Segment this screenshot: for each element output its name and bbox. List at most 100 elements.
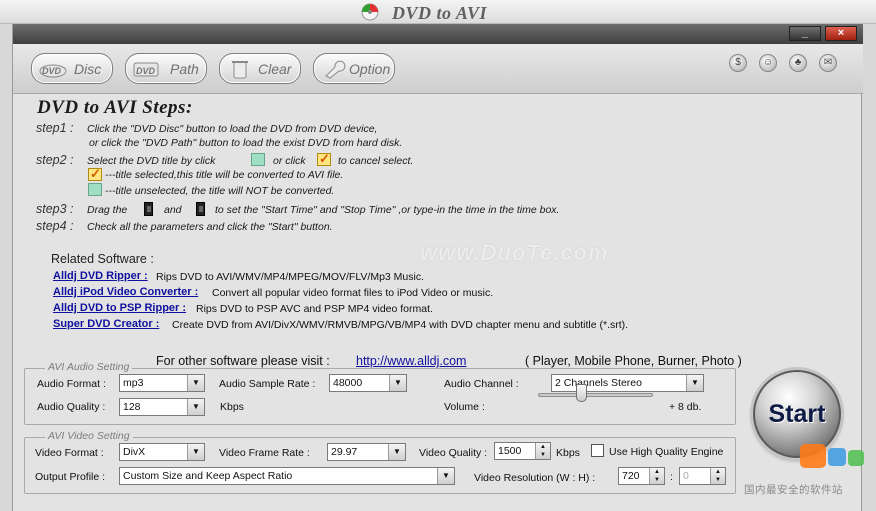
audio-settings-legend: AVI Audio Setting (45, 361, 133, 373)
video-quality-unit: Kbps (556, 447, 580, 459)
clear-button[interactable]: Clear (219, 53, 301, 84)
video-format-label: Video Format : (35, 447, 104, 459)
step3-text-a: Drag the (87, 204, 128, 216)
step2-label: step2 : (36, 153, 74, 167)
step3-text-c: to set the "Start Time" and "Stop Time" … (215, 204, 560, 216)
step1-line1: Click the "DVD Disc" button to load the … (87, 123, 378, 135)
dvd-disc-button[interactable]: DVD Disc (31, 53, 113, 84)
dvd-app-icon (361, 3, 379, 21)
dvd-ripper-desc: Rips DVD to AVI/WMV/MP4/MPEG/MOV/FLV/Mp3… (156, 271, 424, 283)
volume-slider-track[interactable] (538, 393, 653, 397)
step1-line2: or click the "DVD Path" button to load t… (89, 137, 403, 149)
audio-quality-unit: Kbps (220, 401, 244, 413)
minimize-button[interactable]: _ (789, 26, 821, 41)
dropdown-arrow-icon: ▼ (388, 444, 405, 460)
step4-text: Check all the parameters and click the "… (87, 221, 333, 233)
video-format-select[interactable]: DivX ▼ (119, 443, 205, 461)
option-button[interactable]: Option (313, 53, 395, 84)
start-marker-icon (144, 202, 153, 216)
svg-text:DVD: DVD (136, 66, 156, 76)
wrench-icon (325, 60, 346, 79)
resolution-separator: : (670, 471, 673, 483)
step2-selected-text: ---title selected,this title will be con… (105, 169, 344, 181)
audio-sample-rate-value: 48000 (333, 377, 363, 389)
resolution-height-value: 0 (683, 470, 689, 482)
user-icon[interactable]: ☺ (759, 54, 777, 72)
video-frame-rate-select[interactable]: 29.97 ▼ (327, 443, 406, 461)
option-label: Option (349, 61, 391, 77)
title-bar: DVD to AVI (0, 0, 876, 24)
selected-title-icon (317, 151, 331, 167)
related-software-panel: www.DuoTe.com Related Software : Alldj D… (17, 238, 859, 376)
dvd-ripper-link[interactable]: Alldj DVD Ripper : (53, 270, 148, 282)
site-watermark: www.DuoTe.com (420, 240, 609, 265)
stop-marker-icon (196, 202, 205, 216)
step3-text-b: and (164, 204, 182, 216)
dropdown-arrow-icon: ▼ (389, 375, 406, 391)
resolution-width-value: 720 (622, 470, 640, 482)
volume-label: Volume : (444, 401, 485, 413)
dvd-creator-link[interactable]: Super DVD Creator : (53, 318, 159, 330)
audio-sample-rate-select[interactable]: 48000 ▼ (329, 374, 407, 392)
high-quality-label: Use High Quality Engine (609, 446, 724, 458)
dropdown-arrow-icon: ▼ (187, 444, 204, 460)
start-label: Start (768, 400, 826, 428)
psp-ripper-desc: Rips DVD to PSP AVC and PSP MP4 video fo… (196, 303, 433, 315)
unselected-title-icon (251, 153, 265, 166)
resolution-width-stepper[interactable]: 720 ▲ ▼ (618, 467, 665, 485)
video-quality-label: Video Quality : (419, 447, 488, 459)
ipod-converter-desc: Convert all popular video format files t… (212, 287, 494, 299)
audio-quality-value: 128 (123, 401, 141, 413)
audio-channel-value: 2 Channels Stereo (555, 377, 642, 389)
site-logo-icon (800, 444, 864, 468)
audio-format-value: mp3 (123, 377, 144, 389)
dropdown-arrow-icon: ▼ (187, 375, 204, 391)
buy-icon[interactable]: $ (729, 54, 747, 72)
window-controls: _ × (13, 24, 863, 44)
site-watermark-text: 国内最安全的软件站 (744, 484, 843, 496)
close-button[interactable]: × (825, 26, 857, 41)
svg-text:DVD: DVD (42, 66, 62, 76)
other-software-text: For other software please visit : (156, 354, 330, 368)
step1-label: step1 : (36, 121, 74, 135)
web-icon[interactable]: ♣ (789, 54, 807, 72)
step2-unselected-text: ---title unselected, the title will NOT … (105, 185, 335, 197)
dvd-path-icon: DVD (133, 62, 159, 77)
step2-text-b: or click (273, 155, 306, 167)
steps-panel: DVD to AVI Steps: step1 : Click the "DVD… (17, 96, 859, 236)
platforms-text: ( Player, Mobile Phone, Burner, Photo ) (525, 354, 742, 368)
volume-slider-thumb[interactable] (576, 384, 587, 402)
dvd-disc-icon: DVD (39, 64, 67, 78)
dropdown-arrow-icon: ▼ (187, 399, 204, 415)
step2-text-a: Select the DVD title by click (87, 155, 216, 167)
stepper-arrows-icon[interactable]: ▲ ▼ (649, 468, 664, 484)
output-profile-select[interactable]: Custom Size and Keep Aspect Ratio ▼ (119, 467, 455, 485)
audio-quality-label: Audio Quality : (37, 401, 106, 413)
psp-ripper-link[interactable]: Alldj DVD to PSP Ripper : (53, 302, 186, 314)
audio-format-select[interactable]: mp3 ▼ (119, 374, 205, 392)
trash-icon (232, 61, 248, 79)
selected-title-icon (88, 166, 102, 182)
video-resolution-label: Video Resolution (W : H) : (474, 472, 596, 484)
path-label: Path (170, 61, 199, 77)
clear-label: Clear (258, 61, 292, 77)
video-quality-stepper[interactable]: 1500 ▲ ▼ (494, 442, 551, 460)
audio-channel-select[interactable]: 2 Channels Stereo ▼ (551, 374, 704, 392)
email-icon[interactable]: ✉ (819, 54, 837, 72)
stepper-arrows-icon[interactable]: ▲ ▼ (535, 443, 550, 459)
related-title: Related Software : (51, 252, 154, 266)
video-format-value: DivX (123, 446, 146, 458)
ipod-converter-link[interactable]: Alldj iPod Video Converter : (53, 286, 198, 298)
video-settings-legend: AVI Video Setting (45, 430, 133, 442)
audio-quality-select[interactable]: 128 ▼ (119, 398, 205, 416)
stepper-arrows-icon[interactable]: ▲ ▼ (710, 468, 725, 484)
volume-value: + 8 db. (669, 401, 702, 413)
alldj-site-link[interactable]: http://www.alldj.com (356, 354, 466, 368)
resolution-height-stepper[interactable]: 0 ▲ ▼ (679, 467, 726, 485)
disc-label: Disc (74, 61, 102, 77)
window-title: DVD to AVI (392, 3, 488, 23)
audio-format-label: Audio Format : (37, 378, 106, 390)
video-frame-rate-label: Video Frame Rate : (219, 447, 310, 459)
high-quality-checkbox[interactable] (591, 444, 604, 457)
dvd-path-button[interactable]: DVD Path (125, 53, 207, 84)
